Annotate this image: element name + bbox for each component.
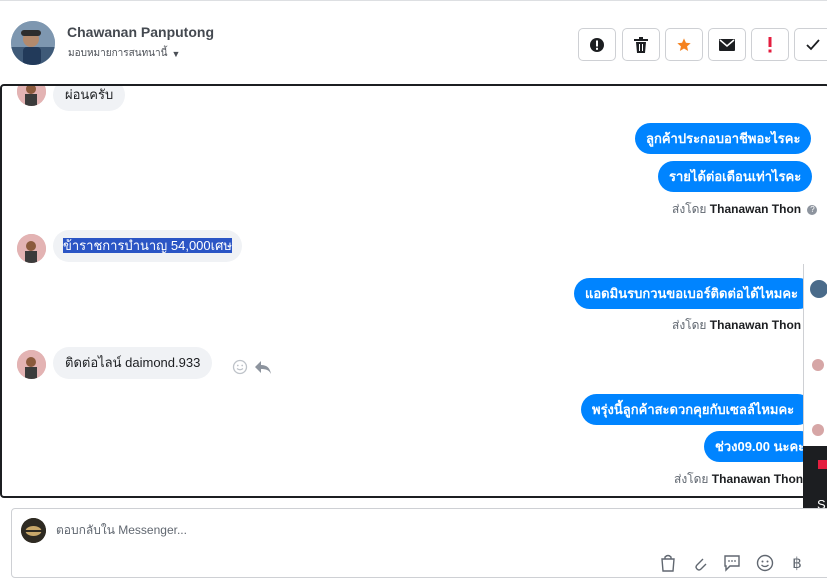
contact-message-avatar [17, 234, 46, 263]
help-icon[interactable]: ? [807, 205, 818, 215]
payment-baht-icon[interactable]: ฿ [787, 553, 807, 573]
incoming-message[interactable]: ติดต่อไลน์ daimond.933 [53, 347, 213, 379]
contact-message-avatar [17, 350, 46, 379]
trash-icon [634, 36, 648, 53]
contact-name[interactable]: Chawanan Panputong [67, 24, 214, 40]
sent-by-prefix: ส่งโดย [674, 472, 709, 486]
sent-by-prefix: ส่งโดย [672, 202, 707, 216]
reply-input[interactable] [56, 523, 756, 537]
page-avatar [21, 518, 46, 543]
mark-unread-button[interactable] [708, 28, 746, 61]
selected-text: ข้าราชการบำนาญ 54,000เศษ [63, 238, 232, 253]
sent-by-prefix: ส่งโดย [672, 318, 707, 332]
delete-button[interactable] [622, 28, 660, 61]
contact-message-avatar [17, 86, 46, 106]
react-smiley-icon[interactable] [232, 359, 248, 380]
caret-down-icon: ▼ [171, 48, 181, 59]
envelope-icon [719, 38, 735, 51]
sent-by-agent: Thanawan Thon [711, 472, 804, 486]
assign-label: มอบหมายการสนทนานี้ [68, 48, 168, 59]
outgoing-message[interactable]: แอดมินรบกวนขอเบอร์ติดต่อได้ไหมคะ [574, 278, 814, 309]
sent-by-label: ส่งโดย Thanawan Thon ? [672, 200, 818, 219]
outgoing-message[interactable]: ช่วง09.00 นะคะ [704, 431, 817, 462]
outgoing-message[interactable]: พรุ่งนี้ลูกค้าสะดวกคุยกับเซลล์ไหมคะ [581, 394, 813, 425]
sent-by-agent: Thanawan Thon [709, 318, 802, 332]
popover-avatar [810, 280, 827, 298]
alert-circle-icon [590, 37, 604, 52]
mark-spam-button[interactable] [578, 28, 616, 61]
outgoing-message[interactable]: ลูกค้าประกอบอาชีพอะไรคะ [635, 123, 812, 154]
reply-composer: ฿ [11, 508, 827, 578]
sent-by-label: ส่งโดย Thanawan Thon [674, 470, 803, 489]
check-icon [806, 38, 820, 50]
message-thread[interactable]: ผ่อนครับ ลูกค้าประกอบอาชีพอะไรคะ รายได้ต… [0, 84, 827, 498]
flag-follow-up-button[interactable] [751, 28, 789, 61]
saved-replies-icon[interactable] [722, 553, 742, 573]
popover-avatar [812, 424, 824, 436]
contact-avatar[interactable] [11, 21, 55, 65]
star-button[interactable] [665, 28, 703, 61]
popover-avatar [812, 359, 824, 371]
star-icon [677, 37, 691, 51]
attachment-icon[interactable] [690, 553, 710, 573]
notification-icon [818, 460, 827, 469]
shopping-bag-icon[interactable] [658, 553, 678, 573]
assign-conversation-dropdown[interactable]: มอบหมายการสนทนานี้ ▼ [68, 46, 180, 61]
outgoing-message[interactable]: รายได้ต่อเดือนเท่าไรคะ [658, 161, 813, 192]
sent-by-label: ส่งโดย Thanawan Thon [672, 316, 801, 335]
exclamation-icon [768, 36, 772, 52]
emoji-icon[interactable] [755, 553, 775, 573]
messenger-inbox-window: Chawanan Panputong มอบหมายการสนทนานี้ ▼ … [0, 0, 827, 578]
reply-arrow-icon[interactable] [254, 359, 272, 380]
incoming-message[interactable]: ผ่อนครับ [53, 86, 126, 111]
incoming-message[interactable]: ข้าราชการบำนาญ 54,000เศษ [53, 230, 242, 262]
sent-by-agent: Thanawan Thon [709, 202, 802, 216]
mark-done-button[interactable] [794, 28, 827, 61]
conversation-header: Chawanan Panputong มอบหมายการสนทนานี้ ▼ [0, 0, 827, 84]
